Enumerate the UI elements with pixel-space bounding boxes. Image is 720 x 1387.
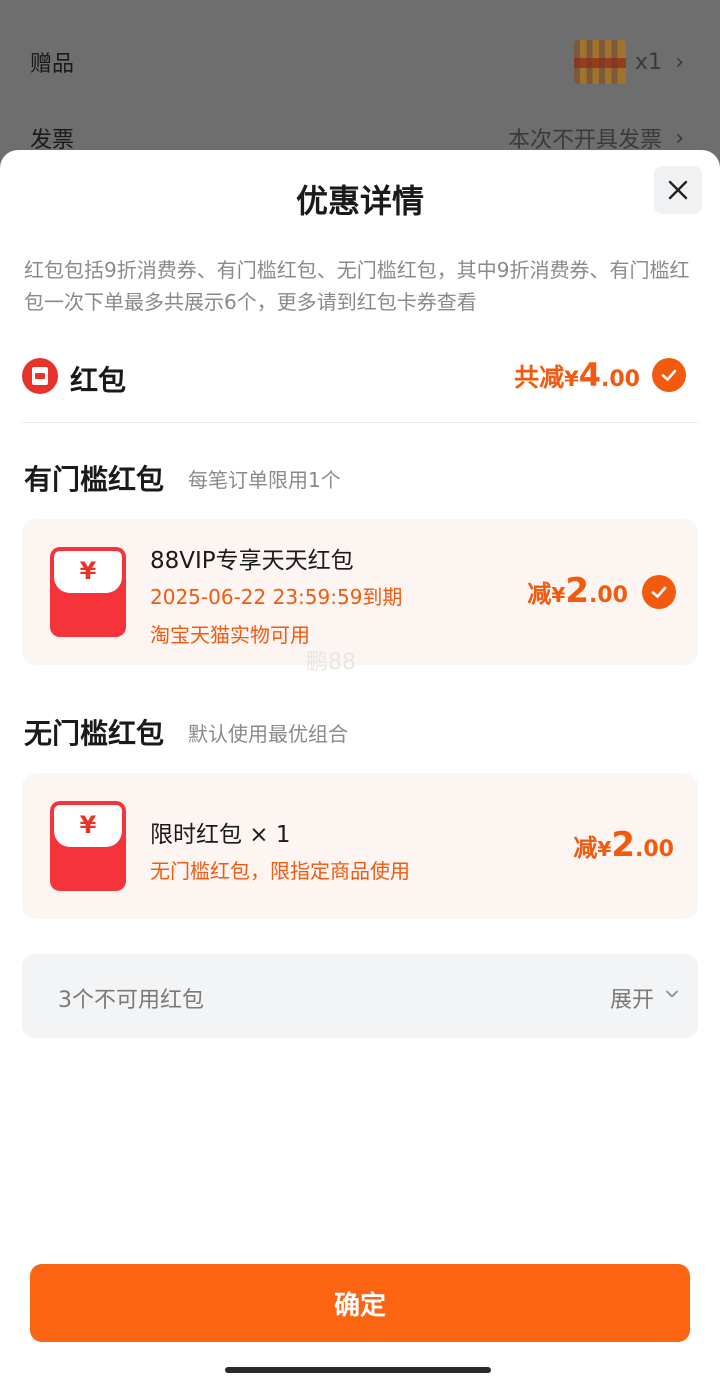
threshold-section-title: 有门槛红包 — [24, 463, 165, 496]
chevron-right-icon: › — [675, 49, 684, 75]
gift-row[interactable]: 赠品 x1 › — [0, 32, 720, 92]
red-packet-icon — [22, 358, 58, 394]
coupon-expiry: 2025-06-22 23:59:59到期 — [150, 585, 403, 609]
chevron-down-icon — [666, 990, 678, 998]
expand-button[interactable]: 展开 — [610, 982, 654, 1014]
threshold-section-subtitle: 每笔订单限用1个 — [188, 468, 341, 492]
divider — [22, 422, 698, 423]
coupon-amount: 减¥2.00 — [527, 571, 628, 611]
unavailable-red-packets-row[interactable]: 3个不可用红包 展开 — [22, 954, 698, 1038]
close-icon — [668, 180, 688, 200]
coupon-card-limited-time[interactable]: ¥ 限时红包 × 1 无门槛红包，限指定商品使用 减¥2.00 — [22, 773, 698, 919]
confirm-button[interactable]: 确定 — [30, 1264, 690, 1342]
coupon-title: 限时红包 × 1 — [150, 822, 291, 848]
checkmark-icon[interactable] — [642, 575, 676, 609]
gift-product-thumbnail — [574, 40, 626, 84]
coupon-description: 无门槛红包，限指定商品使用 — [150, 859, 410, 883]
coupon-amount: 减¥2.00 — [573, 825, 674, 865]
unavailable-count-label: 3个不可用红包 — [58, 988, 204, 1013]
coupon-title: 88VIP专享天天红包 — [150, 548, 354, 574]
red-envelope-icon: ¥ — [50, 547, 126, 637]
home-indicator — [225, 1367, 491, 1373]
chevron-right-icon: › — [675, 125, 684, 151]
coupon-card-88vip[interactable]: ¥ 88VIP专享天天红包 2025-06-22 23:59:59到期 淘宝天猫… — [22, 519, 698, 665]
watermark: 鹏88 — [306, 650, 356, 675]
checkmark-icon[interactable] — [652, 358, 686, 392]
red-packet-total: 共减¥4.00 — [514, 356, 640, 394]
red-packet-label: 红包 — [70, 364, 127, 397]
close-button[interactable] — [654, 166, 702, 214]
gift-label: 赠品 — [30, 52, 75, 77]
gift-quantity: x1 — [634, 49, 662, 75]
discount-detail-sheet: 优惠详情 红包包括9折消费券、有门槛红包、无门槛红包，其中9折消费券、有门槛红包… — [0, 150, 720, 1387]
red-packet-summary-row[interactable]: 红包 共减¥4.00 — [22, 356, 698, 397]
no-threshold-section-subtitle: 默认使用最优组合 — [188, 722, 348, 746]
no-threshold-section-title: 无门槛红包 — [24, 717, 165, 750]
sheet-title: 优惠详情 — [295, 182, 424, 220]
red-envelope-icon: ¥ — [50, 801, 126, 891]
coupon-scope: 淘宝天猫实物可用 — [150, 623, 310, 647]
sheet-description: 红包包括9折消费券、有门槛红包、无门槛红包，其中9折消费券、有门槛红包一次下单最… — [24, 258, 690, 314]
